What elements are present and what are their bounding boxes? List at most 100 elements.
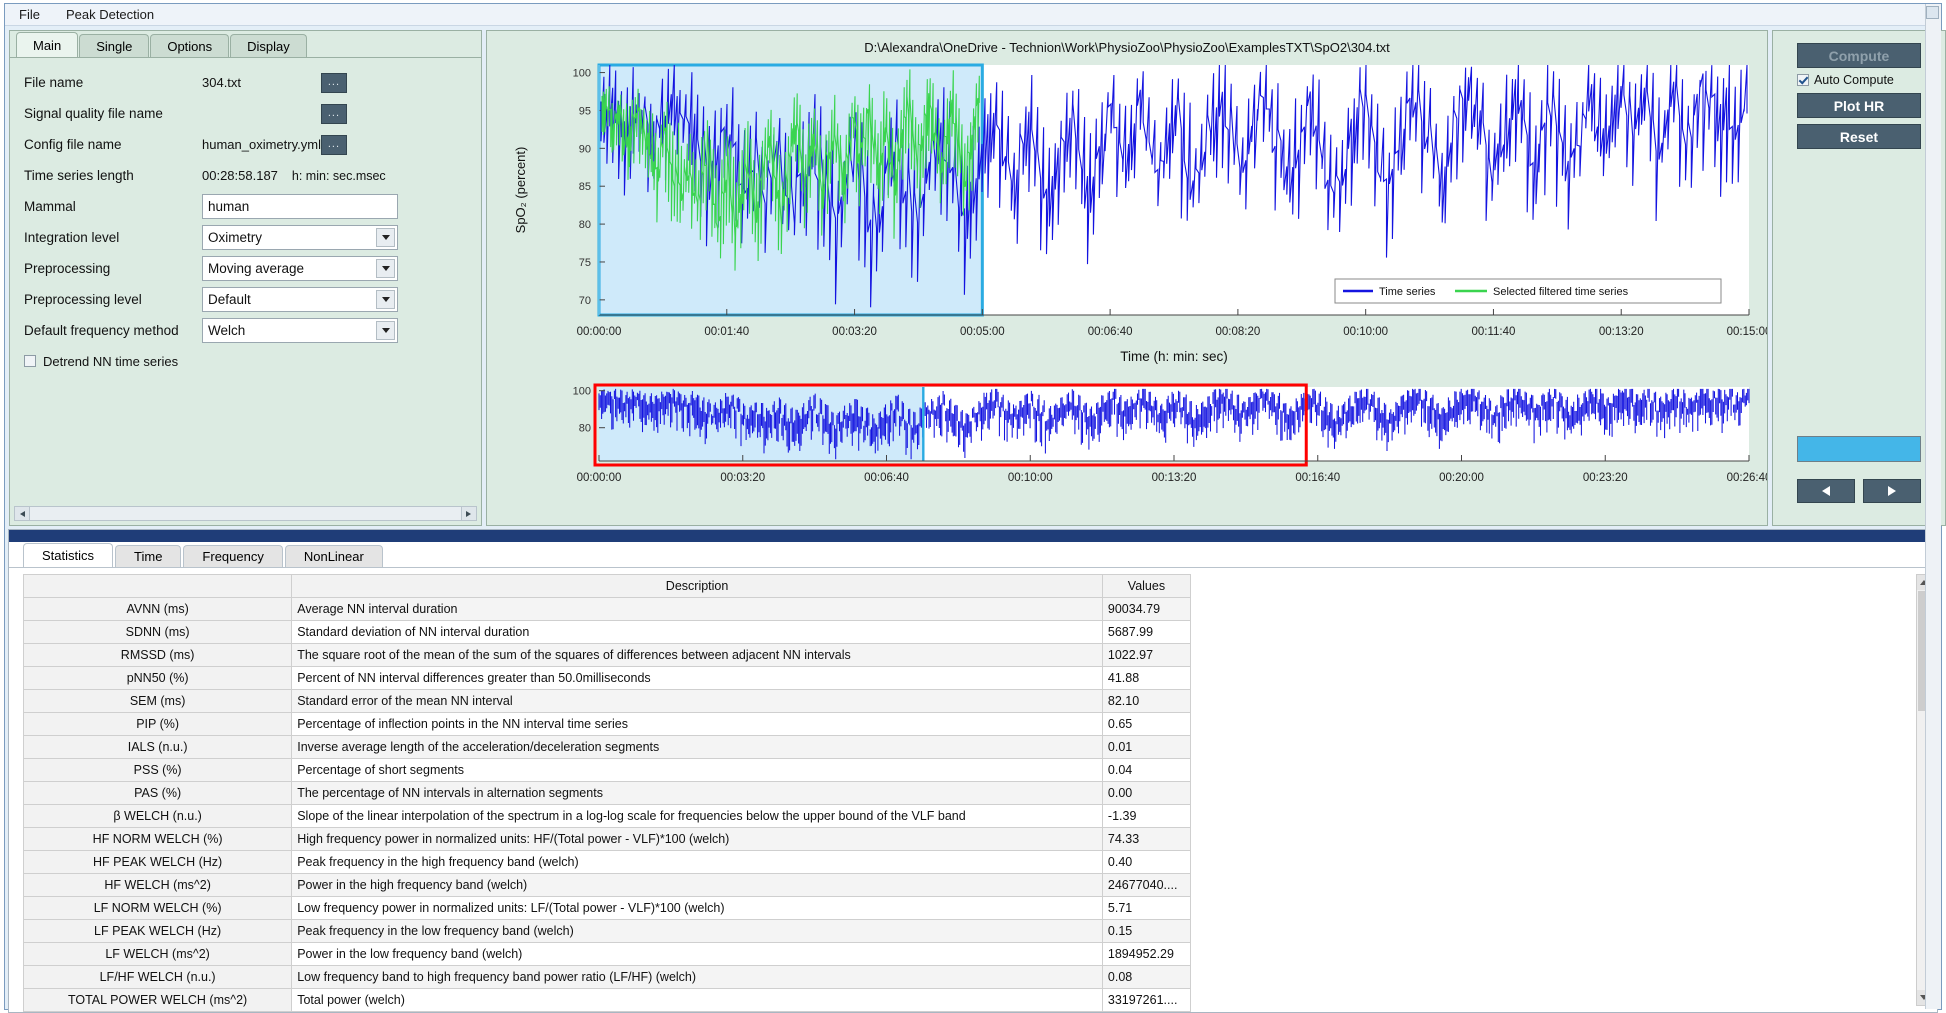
time-series-length-label: Time series length <box>24 168 134 183</box>
table-row[interactable]: PSS (%) Percentage of short segments 0.04 <box>22 758 1192 782</box>
svg-text:100: 100 <box>573 68 591 80</box>
tab-main[interactable]: Main <box>16 32 79 57</box>
tab-nonlinear[interactable]: NonLinear <box>284 545 383 567</box>
svg-text:00:06:40: 00:06:40 <box>1088 326 1133 338</box>
auto-compute-checkbox[interactable] <box>1796 74 1809 86</box>
chevron-down-icon[interactable] <box>376 228 395 247</box>
table-row[interactable]: IALS (n.u.) Inverse average length of the… <box>22 735 1192 759</box>
tab-single[interactable]: Single <box>79 34 150 57</box>
metric-description-cell: Low frequency band to high frequency ban… <box>291 965 1103 989</box>
metric-name-cell: LF NORM WELCH (%) <box>22 896 293 920</box>
file-name-value: 304.txt <box>202 75 242 90</box>
metric-name-cell: AVNN (ms) <box>22 597 293 621</box>
metric-value-cell: 0.40 <box>1101 850 1192 874</box>
statistics-table-container: Description Values AVNN (ms) Average NN i… <box>9 568 1937 1012</box>
scroll-up-icon[interactable] <box>1926 6 1939 19</box>
table-row[interactable]: HF PEAK WELCH (Hz) Peak frequency in the … <box>22 850 1192 874</box>
main-plot[interactable]: 70 75 80 85 90 95 100 SpO₂ (percent) 00:00:00 00:… <box>487 57 1767 377</box>
preprocessing-select[interactable]: Moving average <box>202 256 398 281</box>
mammal-input[interactable]: human <box>202 194 398 219</box>
metric-value-cell: 74.33 <box>1101 827 1192 851</box>
chevron-down-icon[interactable] <box>376 290 395 309</box>
results-title-bar <box>9 530 1937 542</box>
file-name-browse-button[interactable]: ... <box>320 72 347 93</box>
scroll-left-icon[interactable] <box>15 507 30 520</box>
chevron-down-icon[interactable] <box>376 259 395 278</box>
header-metric[interactable] <box>22 574 293 598</box>
tab-frequency[interactable]: Frequency <box>183 545 283 567</box>
table-row[interactable]: LF WELCH (ms^2) Power in the low frequenc… <box>22 942 1192 966</box>
metric-description-cell: Total power (welch) <box>291 988 1103 1012</box>
row-preprocessing-level: Preprocessing level Default <box>10 284 481 315</box>
window-vertical-scrollbar[interactable] <box>1925 4 1941 1009</box>
metric-name-cell: LF PEAK WELCH (Hz) <box>22 919 293 943</box>
table-row[interactable]: SDNN (ms) Standard deviation of NN interv… <box>22 620 1192 644</box>
table-row[interactable]: TOTAL POWER WELCH (ms^2) Total power (wel… <box>22 988 1192 1012</box>
config-file-browse-button[interactable]: ... <box>320 134 347 155</box>
main-plot-svg[interactable]: 70 75 80 85 90 95 100 SpO₂ (percent) 00:00:00 00:… <box>487 57 1767 375</box>
triangle-left-icon <box>1821 486 1830 496</box>
table-row[interactable]: AVNN (ms) Average NN interval duration 900… <box>22 597 1192 621</box>
table-row[interactable]: pNN50 (%) Percent of NN interval differen… <box>22 666 1192 690</box>
metric-value-cell: 33197261.... <box>1101 988 1192 1012</box>
table-row[interactable]: LF PEAK WELCH (Hz) Peak frequency in the … <box>22 919 1192 943</box>
detrend-label: Detrend NN time series <box>43 353 179 369</box>
table-row[interactable]: PIP (%) Percentage of inflection points i… <box>22 712 1192 736</box>
svg-text:80: 80 <box>579 423 591 435</box>
svg-text:80: 80 <box>579 219 591 231</box>
menu-item-file[interactable]: File <box>19 7 40 22</box>
frequency-method-value: Welch <box>208 323 246 338</box>
tab-options[interactable]: Options <box>150 34 230 57</box>
row-integration-level: Integration level Oximetry <box>10 222 481 253</box>
metric-value-cell: 82.10 <box>1101 689 1192 713</box>
navigator-plot[interactable]: 80 100 00:00:00 00:03:20 00:06:40 00:10:00 00:… <box>487 377 1767 525</box>
preprocessing-level-select[interactable]: Default <box>202 287 398 312</box>
frequency-method-select[interactable]: Welch <box>202 318 398 343</box>
integration-level-label: Integration level <box>24 230 120 245</box>
menu-item-peak-detection[interactable]: Peak Detection <box>66 7 154 22</box>
table-row[interactable]: LF NORM WELCH (%) Low frequency power in … <box>22 896 1192 920</box>
integration-level-select[interactable]: Oximetry <box>202 225 398 250</box>
table-row[interactable]: LF/HF WELCH (n.u.) Low frequency band to … <box>22 965 1192 989</box>
preprocessing-level-value: Default <box>208 292 251 307</box>
metric-description-cell: Inverse average length of the accelerati… <box>291 735 1103 759</box>
svg-text:00:16:40: 00:16:40 <box>1295 472 1340 484</box>
svg-text:00:13:20: 00:13:20 <box>1152 472 1197 484</box>
metric-name-cell: β WELCH (n.u.) <box>22 804 293 828</box>
file-name-label: File name <box>24 75 84 90</box>
previous-window-button[interactable] <box>1796 479 1855 503</box>
signal-quality-browse-button[interactable]: ... <box>320 103 347 124</box>
compute-button[interactable]: Compute <box>1796 43 1921 68</box>
chevron-down-icon[interactable] <box>376 321 395 340</box>
row-file-name: File name 304.txt ... <box>10 67 481 98</box>
selection-color-swatch[interactable] <box>1796 436 1921 462</box>
settings-horizontal-scrollbar[interactable] <box>14 506 477 521</box>
tab-display[interactable]: Display <box>230 34 307 57</box>
time-series-length-value: 00:28:58.187 <box>202 168 278 183</box>
next-window-button[interactable] <box>1862 479 1921 503</box>
frequency-method-label: Default frequency method <box>24 323 179 338</box>
table-row[interactable]: β WELCH (n.u.) Slope of the linear interp… <box>22 804 1192 828</box>
header-description[interactable]: Description <box>291 574 1103 598</box>
table-row[interactable]: SEM (ms) Standard error of the mean NN in… <box>22 689 1192 713</box>
detrend-checkbox[interactable] <box>24 355 36 367</box>
tab-statistics[interactable]: Statistics <box>23 543 114 567</box>
signal-quality-label: Signal quality file name <box>24 106 163 121</box>
row-detrend[interactable]: Detrend NN time series <box>10 346 481 376</box>
tab-time[interactable]: Time <box>115 545 182 567</box>
table-row[interactable]: HF NORM WELCH (%) High frequency power in… <box>22 827 1192 851</box>
svg-text:00:08:20: 00:08:20 <box>1215 326 1260 338</box>
scroll-right-icon[interactable] <box>460 507 476 520</box>
results-panel: Statistics Time Frequency NonLinear Desc… <box>8 529 1938 1013</box>
metric-value-cell: 41.88 <box>1101 666 1192 690</box>
reset-button[interactable]: Reset <box>1796 124 1921 149</box>
svg-text:00:10:00: 00:10:00 <box>1343 326 1388 338</box>
auto-compute-row[interactable]: Auto Compute <box>1796 73 1921 87</box>
table-row[interactable]: PAS (%) The percentage of NN intervals in… <box>22 781 1192 805</box>
metric-value-cell: 0.65 <box>1101 712 1192 736</box>
plot-hr-button[interactable]: Plot HR <box>1796 93 1921 118</box>
table-row[interactable]: HF WELCH (ms^2) Power in the high frequen… <box>22 873 1192 897</box>
navigator-plot-svg[interactable]: 80 100 00:00:00 00:03:20 00:06:40 00:10:00 00:… <box>487 377 1767 505</box>
table-row[interactable]: RMSSD (ms) The square root of the mean of… <box>22 643 1192 667</box>
header-values[interactable]: Values <box>1101 574 1192 598</box>
